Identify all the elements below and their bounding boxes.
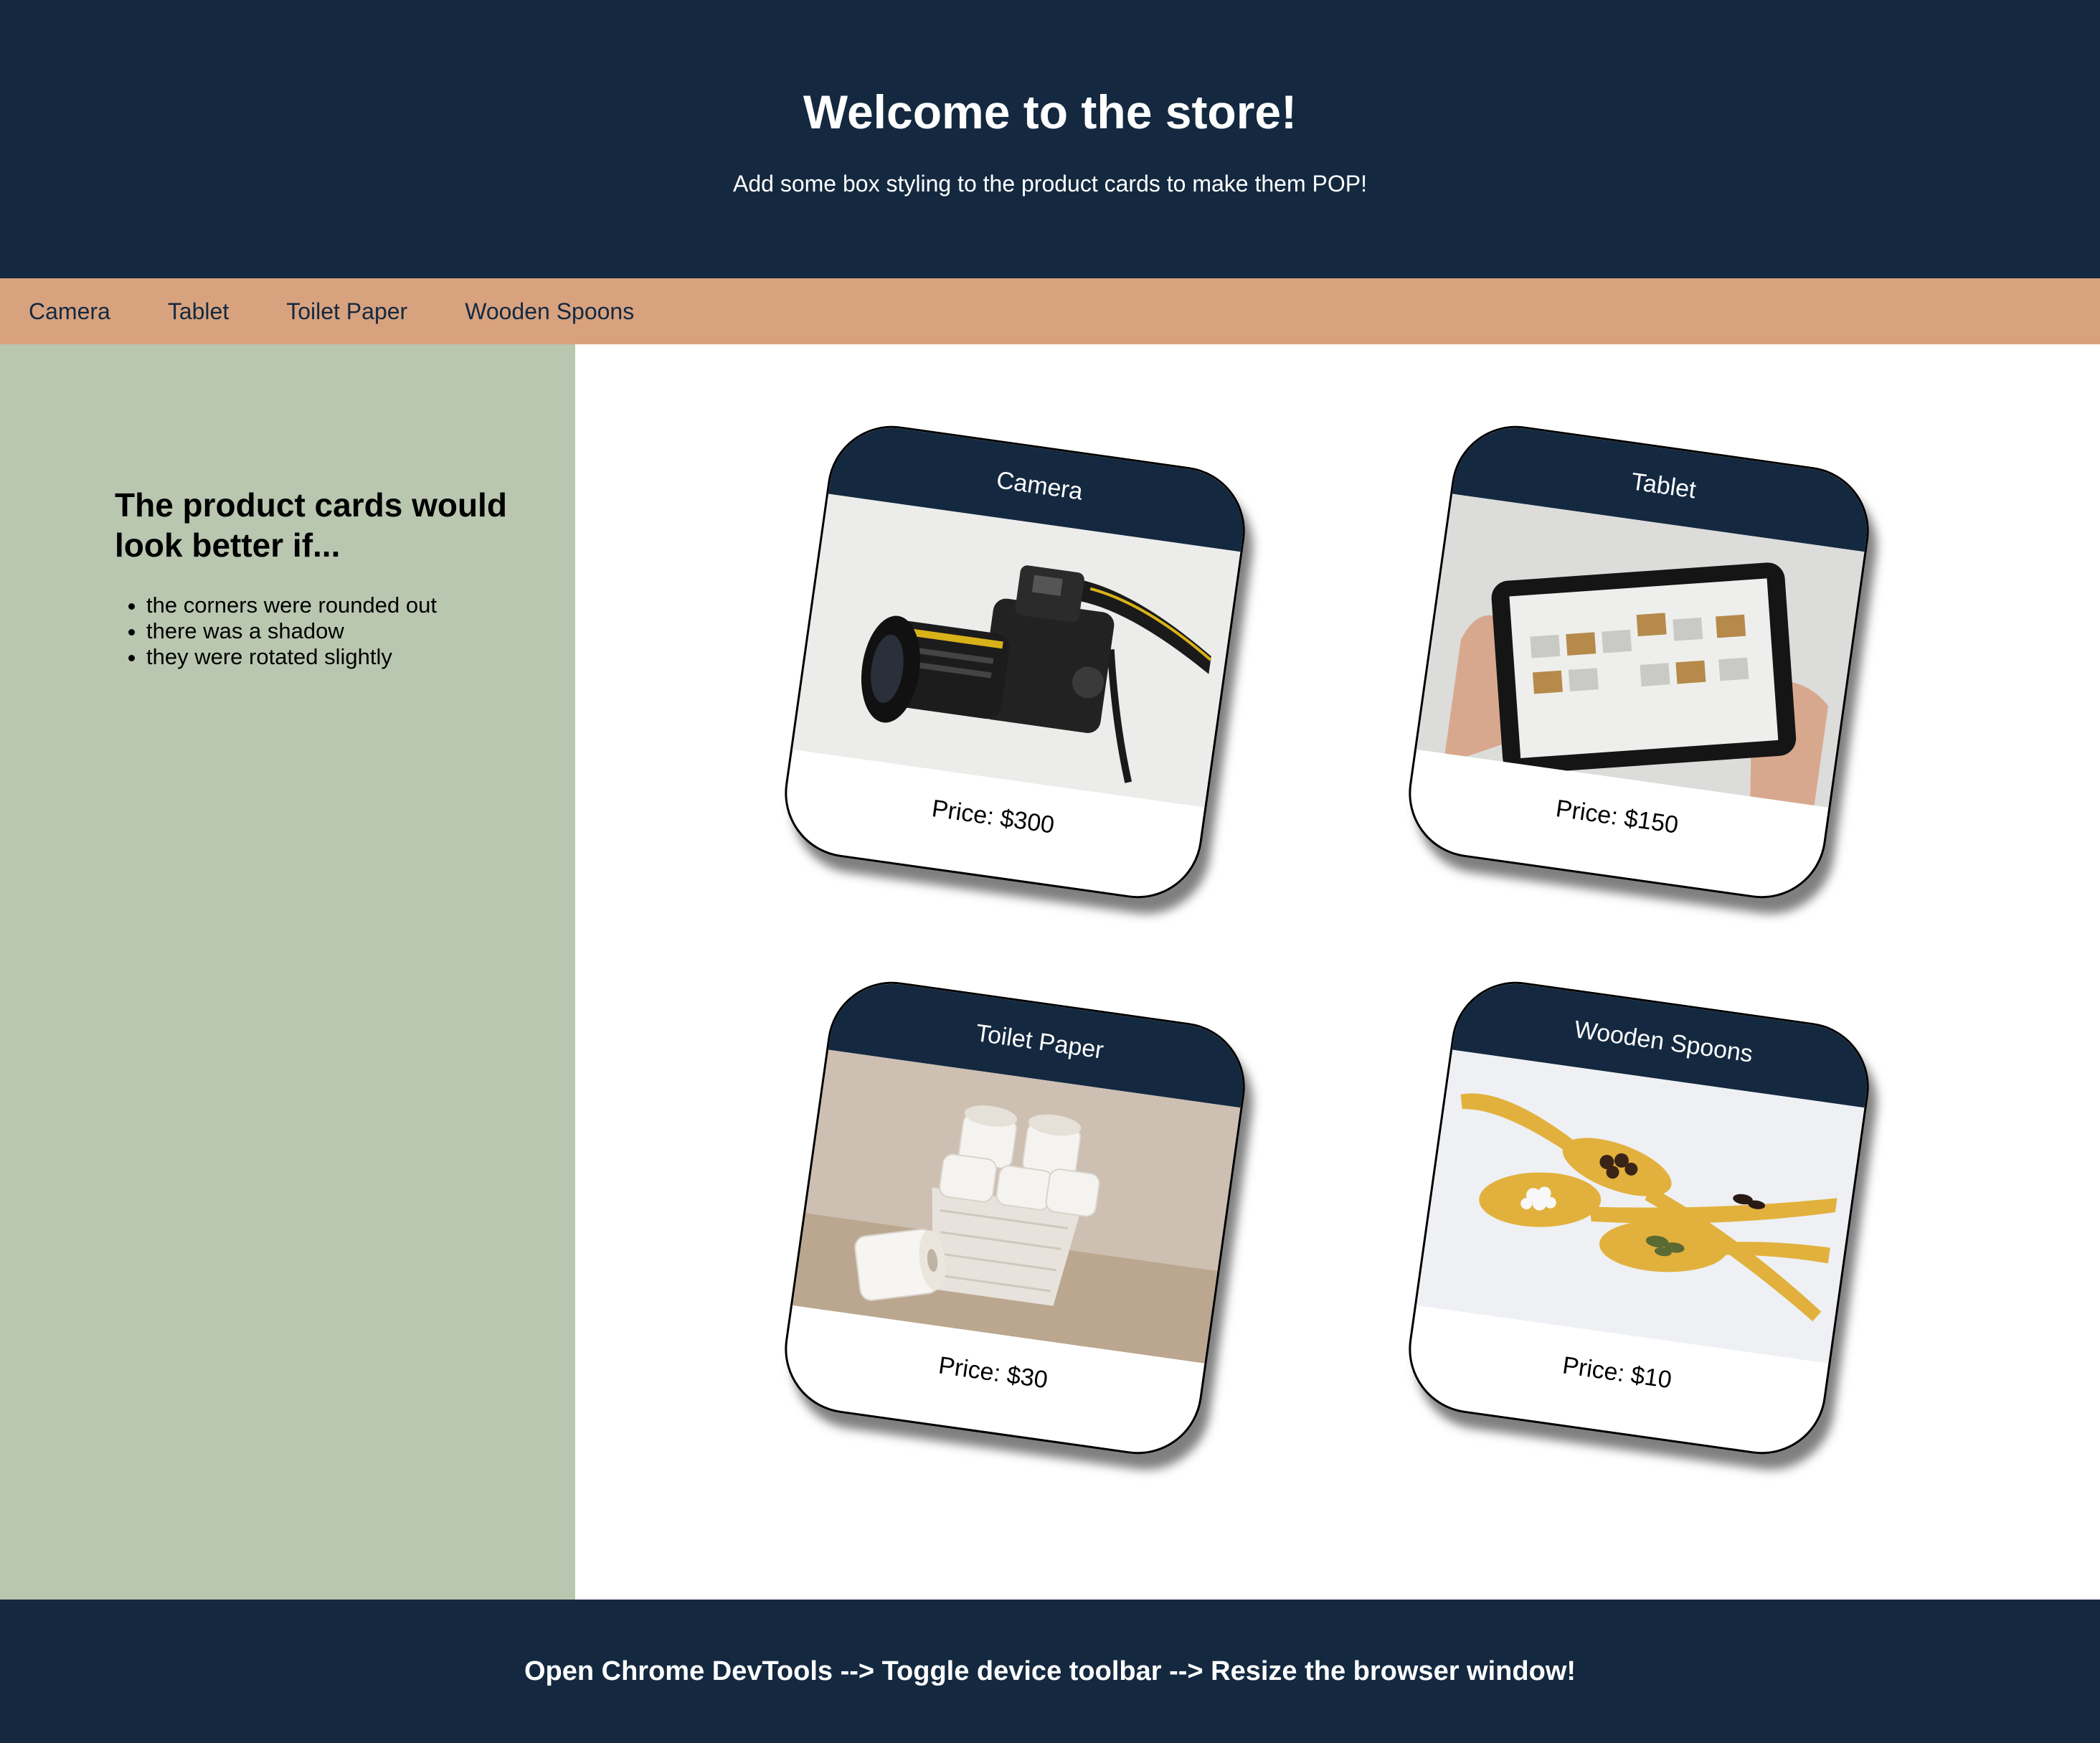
nav-link-toilet-paper[interactable]: Toilet Paper [286,298,407,325]
nav-link-camera[interactable]: Camera [29,298,110,325]
footer-text: Open Chrome DevTools --> Toggle device t… [524,1656,1576,1686]
sidebar: The product cards would look better if..… [0,344,575,1600]
nav-link-wooden-spoons[interactable]: Wooden Spoons [465,298,634,325]
product-card-wooden-spoons[interactable]: Wooden Spoons Price: $10 [1400,973,1878,1463]
page-title: Welcome to the store! [803,85,1297,138]
nav-link-tablet[interactable]: Tablet [168,298,229,325]
list-item: there was a shadow [146,618,437,644]
top-nav: Camera Tablet Toilet Paper Wooden Spoons [0,278,2100,344]
list-item: the corners were rounded out [146,592,437,618]
sidebar-heading: The product cards would look better if..… [115,486,507,564]
product-grid: Camera Price: $300 Tablet Price: $150 To… [575,344,2100,1600]
page-subtitle: Add some box styling to the product card… [733,171,1367,197]
sidebar-list: the corners were rounded out there was a… [115,592,437,670]
product-card-camera[interactable]: Camera Price: $300 [776,417,1254,907]
list-item: they were rotated slightly [146,644,437,670]
product-card-toilet-paper[interactable]: Toilet Paper Price: $30 [776,973,1254,1463]
product-card-tablet[interactable]: Tablet Price: $150 [1400,417,1878,907]
site-header: Welcome to the store! Add some box styli… [0,0,2100,278]
site-footer: Open Chrome DevTools --> Toggle device t… [0,1600,2100,1743]
